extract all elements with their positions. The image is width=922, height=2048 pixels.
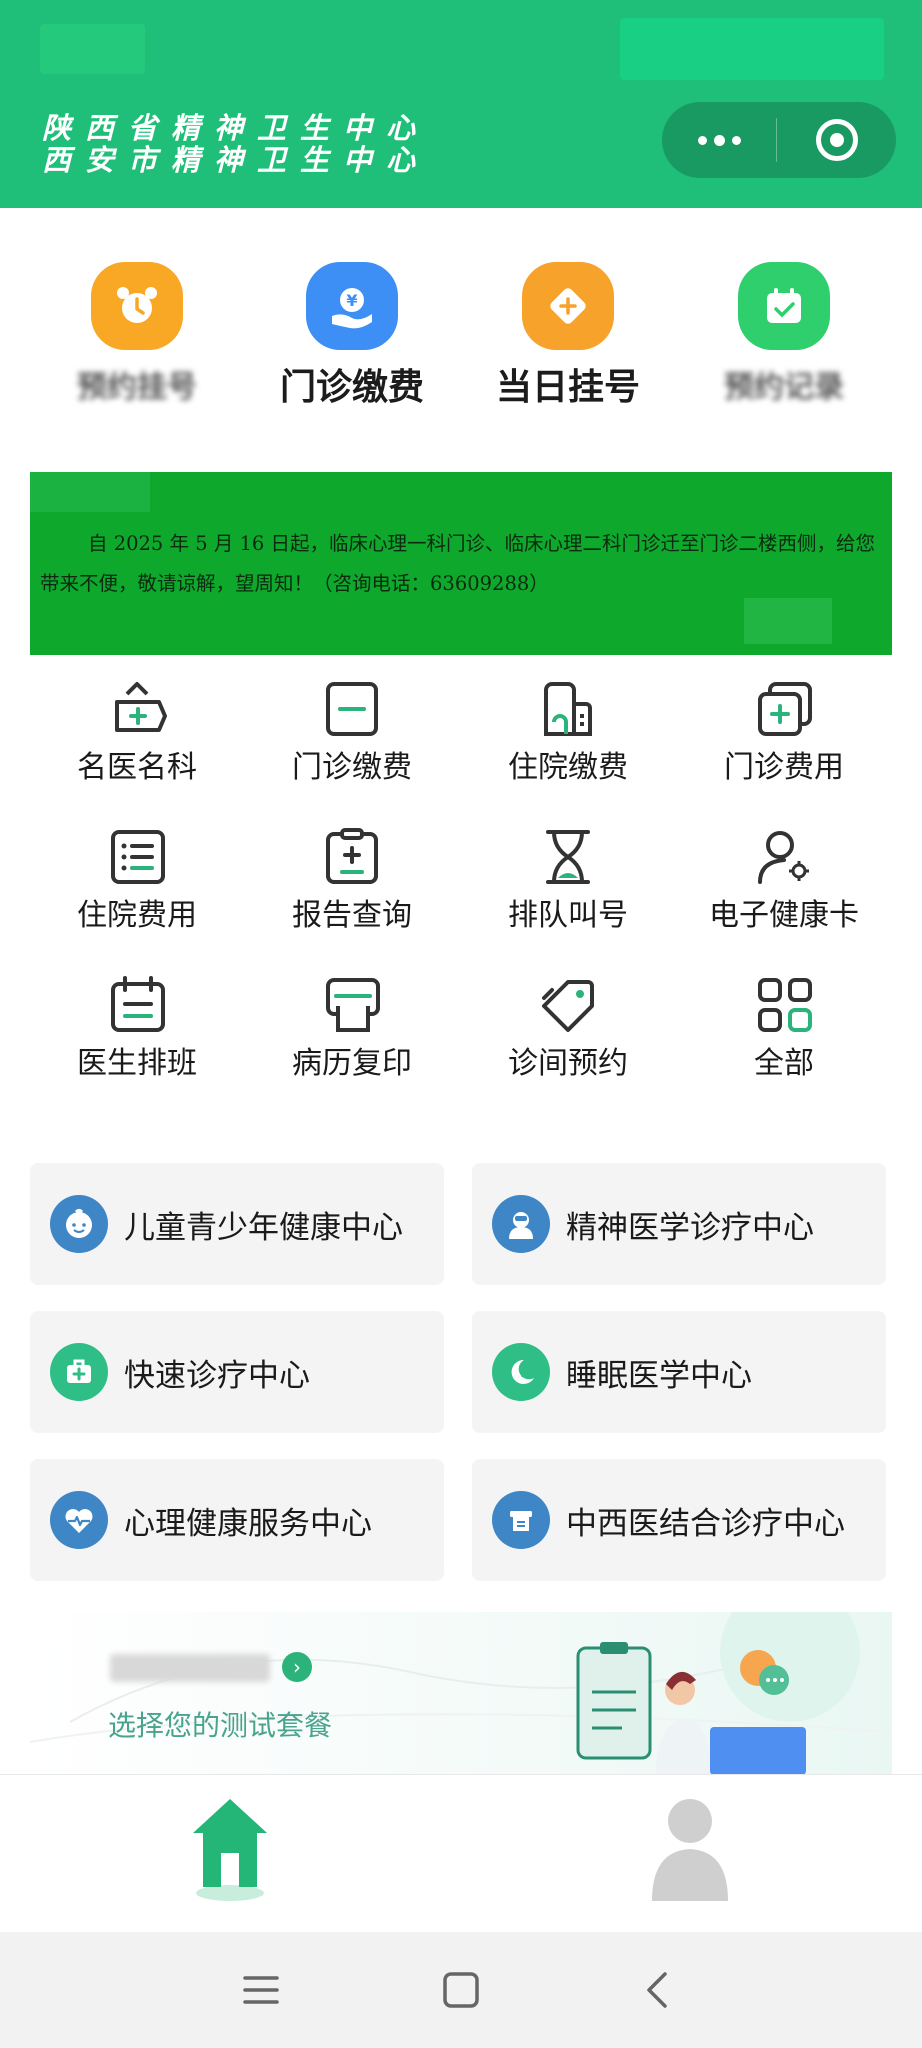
bottom-tab-bar [0,1774,922,1932]
grid-item-label: 住院缴费 [508,750,628,785]
center-card-label: 中西医结合诊疗中心 [566,1505,845,1542]
grid-item-clinic-appointment[interactable]: 诊间预约 [468,976,668,1084]
hospital-title-line1: 陕西省精神卫生中心 [42,111,430,145]
quick-action-label: 当日挂号 [495,367,640,408]
grid-item-report-query[interactable]: 报告查询 [252,828,452,936]
center-card-label: 心理健康服务中心 [124,1505,372,1542]
center-card-label: 睡眠医学中心 [566,1357,752,1394]
user-gear-icon [758,831,809,884]
app-header: 陕西省精神卫生中心 西安市精神卫生中心 [0,0,922,208]
recent-apps-button[interactable] [233,1962,289,2018]
grid-item-label: 门诊缴费 [292,750,412,785]
promo-subtitle: 选择您的测试套餐 [108,1709,333,1742]
promo-title-blurred [110,1654,270,1682]
grid-item-label: 名医名科 [77,750,197,785]
payment-hand-icon: ¥ [306,262,398,350]
hospital-building-icon [544,682,592,736]
quick-action-label: 门诊缴费 [279,367,424,408]
printer-icon [326,978,380,1032]
grid-item-inpatient-pay[interactable]: 住院缴费 [468,680,668,788]
chevron-right-icon[interactable]: › [282,1652,312,1682]
herbal-box-icon [492,1491,550,1549]
notice-text: 自 2025 年 5 月 16 日起，临床心理一科门诊、临床心理二科门诊迁至门诊… [40,532,876,595]
grid-item-label: 排队叫号 [508,898,628,933]
close-mini-program-button[interactable] [777,119,896,161]
center-card-psychiatry[interactable]: 精神医学诊疗中心 [472,1163,886,1285]
home-button[interactable] [433,1962,489,2018]
heart-pulse-icon [50,1491,108,1549]
grid-item-label: 门诊费用 [724,750,844,785]
calendar-check-icon [738,262,830,350]
quick-action-same-day[interactable]: 当日挂号 [468,258,668,412]
doctor-illustration [576,1612,860,1774]
home-icon [193,1799,267,1901]
back-button[interactable] [631,1962,687,2018]
notice-banner[interactable]: 自 2025 年 5 月 16 日起，临床心理一科门诊、临床心理二科门诊迁至门诊… [30,472,892,655]
grid-item-label: 报告查询 [292,898,412,933]
back-chevron-icon [647,1972,667,2008]
grid-item-label: 病历复印 [292,1046,412,1081]
center-card-rapid[interactable]: 快速诊疗中心 [30,1311,444,1433]
calendar-list-icon [111,976,165,1032]
quick-action-outpatient-pay[interactable]: ¥ 门诊缴费 [252,258,452,412]
hospital-title: 陕西省精神卫生中心 西安市精神卫生中心 [42,112,429,176]
test-package-promo[interactable]: › 选择您的测试套餐 [30,1612,892,1774]
header-blurred-area-right [620,18,884,80]
child-face-icon [50,1195,108,1253]
svg-text:¥: ¥ [346,291,357,310]
header-blurred-area [40,24,145,74]
grid-item-label: 全部 [754,1046,814,1081]
grid-item-all[interactable]: 全部 [684,976,884,1084]
target-icon [815,119,858,161]
center-card-tcm[interactable]: 中西医结合诊疗中心 [472,1459,886,1581]
system-nav-bar [0,1932,922,2048]
tab-profile[interactable] [630,1791,750,1911]
grid-item-doctor-schedule[interactable]: 医生排班 [37,976,237,1084]
center-card-child[interactable]: 儿童青少年健康中心 [30,1163,444,1285]
grid-item-outpatient-costs[interactable]: 门诊费用 [684,680,884,788]
ticket-icon [522,262,614,350]
quick-actions: 预约挂号 ¥ 门诊缴费 当日挂号 预约记录 [0,258,922,418]
quick-action-records[interactable]: 预约记录 [684,258,884,412]
apps-grid-icon [758,978,812,1032]
first-aid-kit-icon [50,1343,108,1401]
center-card-sleep[interactable]: z 睡眠医学中心 [472,1311,886,1433]
copy-plus-icon [758,682,812,736]
list-icon [111,830,165,884]
hospital-title-line2: 西安市精神卫生中心 [42,143,430,177]
center-card-label: 精神医学诊疗中心 [566,1209,814,1246]
svg-text:z: z [521,1370,526,1380]
tab-home[interactable] [170,1791,290,1911]
doctor-avatar-icon [492,1195,550,1253]
hourglass-icon [546,830,590,884]
clipboard-plus-icon [326,828,378,884]
grid-item-label: 医生排班 [77,1046,197,1081]
doctor-bag-icon [115,682,167,732]
quick-action-label: 预约挂号 [77,370,197,405]
quick-action-appointment[interactable]: 预约挂号 [37,258,237,412]
card-minus-icon [326,682,378,736]
center-card-label: 快速诊疗中心 [124,1357,310,1394]
quick-action-label: 预约记录 [724,370,844,405]
tag-icon [542,980,594,1032]
grid-item-queue-call[interactable]: 排队叫号 [468,828,668,936]
grid-item-outpatient-pay[interactable]: 门诊缴费 [252,680,452,788]
mini-program-capsule [662,102,896,178]
more-menu-button[interactable] [662,102,776,178]
profile-icon [652,1799,728,1901]
center-card-label: 儿童青少年健康中心 [124,1209,403,1246]
moon-icon: z [492,1343,550,1401]
alarm-clock-icon [91,262,183,350]
square-icon [443,1972,479,2008]
center-card-mental-health[interactable]: 心理健康服务中心 [30,1459,444,1581]
grid-item-inpatient-costs[interactable]: 住院费用 [37,828,237,936]
grid-item-label: 住院费用 [77,898,197,933]
grid-item-famous-doctors[interactable]: 名医名科 [37,680,237,788]
menu-icon [243,1976,279,2004]
grid-item-label: 电子健康卡 [709,898,859,933]
grid-item-record-copy[interactable]: 病历复印 [252,976,452,1084]
grid-item-health-card[interactable]: 电子健康卡 [684,828,884,936]
grid-item-label: 诊间预约 [508,1046,628,1081]
